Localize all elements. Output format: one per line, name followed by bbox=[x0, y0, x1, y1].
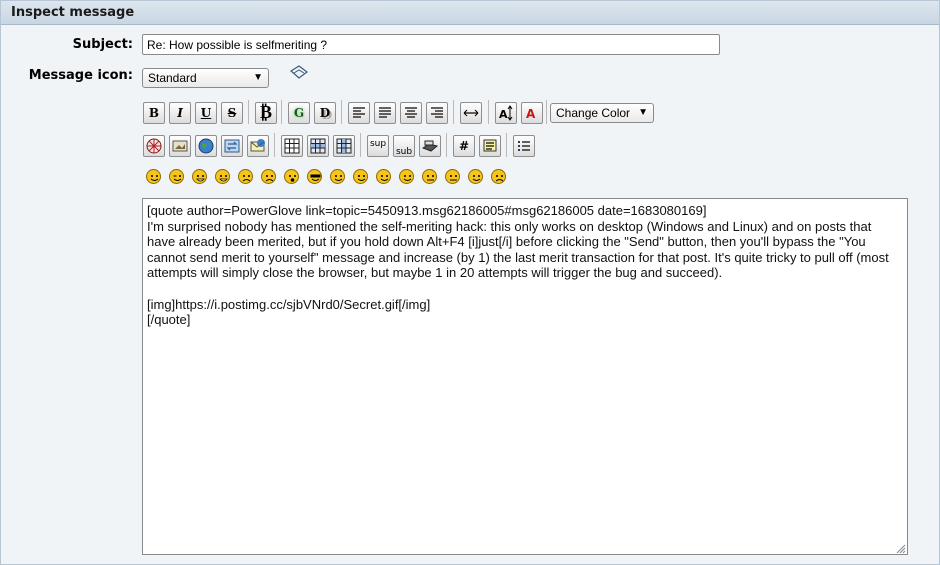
font-size-button[interactable]: A bbox=[495, 102, 517, 124]
message-icon-value: Standard bbox=[148, 71, 197, 85]
table-column-button[interactable] bbox=[333, 135, 355, 157]
lips-sealed-icon[interactable] bbox=[422, 169, 437, 184]
message-textarea[interactable]: [quote author=PowerGlove link=topic=5450… bbox=[142, 198, 908, 555]
change-color-select[interactable]: Change Color ▼ bbox=[550, 103, 654, 123]
quote-button[interactable] bbox=[479, 135, 501, 157]
toolbar-separator bbox=[546, 100, 547, 124]
inspect-message-panel: Inspect message Subject: Re: How possibl… bbox=[0, 0, 940, 565]
toolbar-separator bbox=[446, 133, 447, 157]
bold-button[interactable]: B bbox=[143, 102, 165, 124]
shadow-button-label: D bbox=[319, 106, 331, 120]
cry-icon[interactable] bbox=[491, 169, 506, 184]
subject-input[interactable]: Re: How possible is selfmeriting ? bbox=[142, 34, 720, 55]
message-icon-select[interactable]: Standard ▼ bbox=[142, 68, 269, 88]
superscript-button[interactable]: sup bbox=[367, 135, 389, 157]
strikethrough-button[interactable]: S bbox=[221, 102, 243, 124]
subscript-button[interactable]: sub bbox=[393, 135, 415, 157]
message-icon-label: Message icon: bbox=[28, 68, 133, 83]
align-justify-button[interactable] bbox=[374, 102, 396, 124]
font-face-button[interactable]: A bbox=[521, 102, 543, 124]
toolbar-separator bbox=[360, 133, 361, 157]
panel-title: Inspect message bbox=[1, 1, 939, 25]
svg-text:A: A bbox=[526, 107, 536, 121]
embarrassed-icon[interactable] bbox=[399, 169, 414, 184]
smiley-icon[interactable] bbox=[146, 169, 161, 184]
align-center-button[interactable] bbox=[400, 102, 422, 124]
subject-label: Subject: bbox=[72, 37, 133, 52]
teletype-button[interactable] bbox=[419, 135, 441, 157]
code-button[interactable]: # bbox=[453, 135, 475, 157]
kiss-icon[interactable] bbox=[468, 169, 483, 184]
wink-icon[interactable] bbox=[169, 169, 184, 184]
message-icon-preview bbox=[288, 64, 308, 82]
roll-eyes-icon[interactable] bbox=[353, 169, 368, 184]
bold-button-label: B bbox=[148, 106, 160, 120]
cheesy-icon[interactable] bbox=[192, 169, 207, 184]
table-row-button[interactable] bbox=[307, 135, 329, 157]
toolbar-separator bbox=[281, 100, 282, 124]
resize-handle-icon[interactable] bbox=[894, 542, 906, 554]
flash-button[interactable] bbox=[143, 135, 165, 157]
change-color-label: Change Color bbox=[556, 106, 631, 120]
toolbar-separator bbox=[488, 100, 489, 124]
underline-button-label: U bbox=[200, 106, 212, 120]
ftp-button[interactable] bbox=[221, 135, 243, 157]
sad-icon[interactable] bbox=[261, 169, 276, 184]
chevron-down-icon: ▼ bbox=[253, 72, 263, 83]
toolbar-separator bbox=[274, 133, 275, 157]
toolbar-separator bbox=[341, 100, 342, 124]
angry-icon[interactable] bbox=[238, 169, 253, 184]
italic-button-label: I bbox=[177, 106, 183, 120]
shocked-icon[interactable] bbox=[284, 169, 299, 184]
underline-button[interactable]: U bbox=[195, 102, 217, 124]
superscript-button-label: sup bbox=[369, 139, 387, 149]
align-left-button[interactable] bbox=[348, 102, 370, 124]
hyperlink-button[interactable] bbox=[195, 135, 217, 157]
align-right-button[interactable] bbox=[426, 102, 448, 124]
hr-button[interactable] bbox=[460, 102, 482, 124]
email-button[interactable] bbox=[247, 135, 269, 157]
glow-button-label: G bbox=[293, 106, 305, 120]
glow-button[interactable]: G bbox=[288, 102, 310, 124]
undecided-icon[interactable] bbox=[445, 169, 460, 184]
table-button[interactable] bbox=[281, 135, 303, 157]
bitcoin-button-label: ₿ bbox=[259, 102, 272, 123]
italic-button[interactable]: I bbox=[169, 102, 191, 124]
list-button[interactable] bbox=[513, 135, 535, 157]
strikethrough-button-label: S bbox=[227, 106, 237, 120]
code-button-label: # bbox=[458, 139, 470, 153]
bitcoin-button[interactable]: ₿ bbox=[255, 102, 277, 124]
svg-text:A: A bbox=[499, 108, 508, 121]
huh-icon[interactable] bbox=[330, 169, 345, 184]
chevron-down-icon: ▼ bbox=[638, 107, 648, 118]
grin-icon[interactable] bbox=[215, 169, 230, 184]
image-button[interactable] bbox=[169, 135, 191, 157]
tongue-icon[interactable] bbox=[376, 169, 391, 184]
toolbar-separator bbox=[248, 100, 249, 124]
toolbar-separator bbox=[453, 100, 454, 124]
toolbar-separator bbox=[506, 133, 507, 157]
shadow-button[interactable]: D bbox=[314, 102, 336, 124]
subscript-button-label: sub bbox=[395, 147, 413, 157]
cool-icon[interactable] bbox=[307, 169, 322, 184]
